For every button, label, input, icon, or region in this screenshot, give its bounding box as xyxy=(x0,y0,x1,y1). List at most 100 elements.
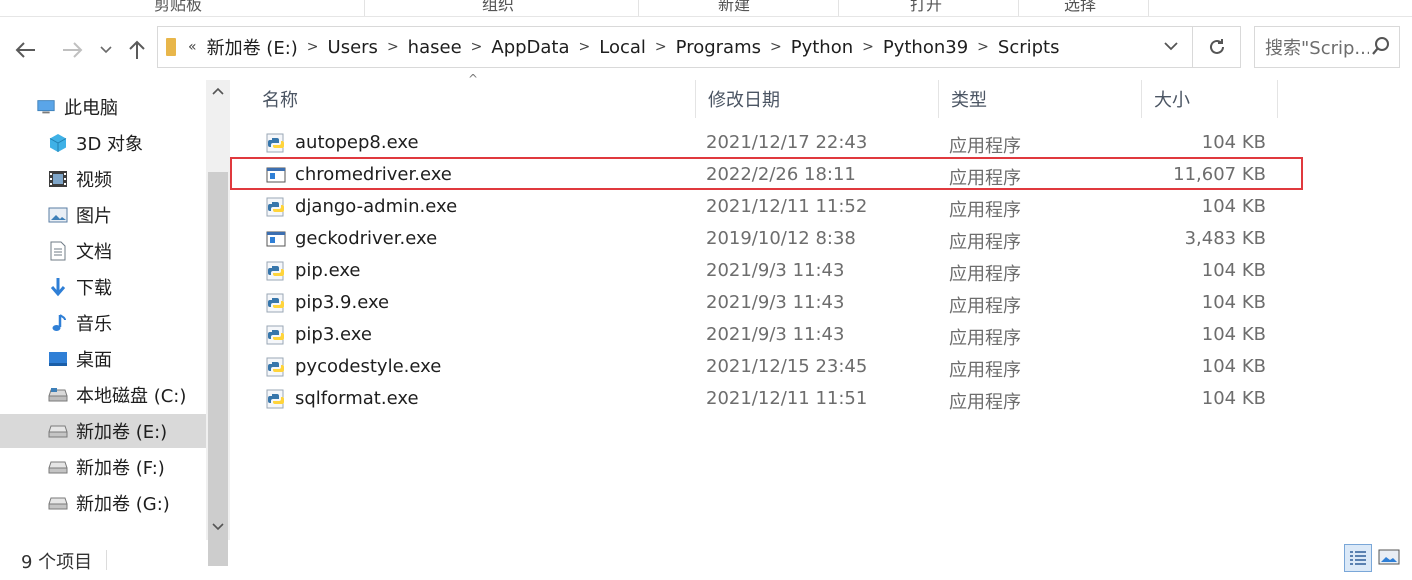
refresh-button[interactable] xyxy=(1193,26,1241,68)
refresh-icon xyxy=(1209,39,1224,54)
breadcrumb-segment[interactable]: AppData xyxy=(491,37,569,58)
search-input[interactable]: 搜索"Scrip... xyxy=(1265,34,1369,60)
forward-button[interactable] xyxy=(58,34,86,66)
scroll-up-button[interactable] xyxy=(206,80,230,102)
details-view-button[interactable] xyxy=(1344,544,1372,572)
sidebar-item-drive-e[interactable]: 新加卷 (E:) xyxy=(0,414,206,448)
column-header-name[interactable]: 名称 xyxy=(250,80,696,118)
breadcrumb-segment[interactable]: Python39 xyxy=(883,37,968,58)
chevron-right-icon[interactable]: > xyxy=(770,39,782,55)
drive-icon xyxy=(48,385,68,405)
file-name: pycodestyle.exe xyxy=(295,356,442,377)
chevron-right-icon[interactable]: > xyxy=(977,39,989,55)
sidebar-item-music[interactable]: 音乐 xyxy=(0,306,206,340)
search-icon[interactable] xyxy=(1372,36,1390,61)
file-row[interactable]: django-admin.exe 2021/12/11 11:52 应用程序 1… xyxy=(250,191,1280,223)
column-header-type[interactable]: 类型 xyxy=(939,80,1142,118)
breadcrumb-segment[interactable]: hasee xyxy=(408,37,462,58)
sidebar-item-desktop[interactable]: 桌面 xyxy=(0,342,206,376)
file-size: 104 KB xyxy=(1201,260,1266,281)
drive-icon xyxy=(48,421,68,441)
sidebar-item-pictures[interactable]: 图片 xyxy=(0,198,206,232)
file-row[interactable]: geckodriver.exe 2019/10/12 8:38 应用程序 3,4… xyxy=(250,223,1280,255)
address-bar[interactable]: « 新加卷 (E:) > Users > hasee > AppData > Local… xyxy=(157,26,1193,68)
python-exe-icon xyxy=(266,261,284,281)
file-row[interactable]: pip3.9.exe 2021/9/3 11:43 应用程序 104 KB xyxy=(250,287,1280,319)
breadcrumb-segment[interactable]: 新加卷 (E:) xyxy=(207,34,298,60)
sidebar-item-label: 新加卷 (F:) xyxy=(76,458,165,479)
ribbon-group-select: 选择 xyxy=(1018,0,1149,16)
breadcrumb-segment[interactable]: Users xyxy=(328,37,378,58)
sidebar-item-drive-f[interactable]: 新加卷 (F:) xyxy=(0,450,206,484)
python-exe-icon xyxy=(266,293,284,313)
file-date: 2021/12/15 23:45 xyxy=(706,356,868,377)
sidebar-item-drive-g[interactable]: 新加卷 (G:) xyxy=(0,486,206,520)
chevron-down-icon xyxy=(100,46,112,54)
file-type: 应用程序 xyxy=(949,392,1021,413)
file-type: 应用程序 xyxy=(949,264,1021,285)
chevron-down-icon xyxy=(1164,42,1178,51)
breadcrumb-segment[interactable]: Local xyxy=(599,37,646,58)
file-size: 104 KB xyxy=(1201,132,1266,153)
sidebar-item-label: 音乐 xyxy=(76,314,112,335)
breadcrumb-segment[interactable]: Programs xyxy=(676,37,761,58)
back-arrow-icon xyxy=(15,42,35,58)
file-size: 104 KB xyxy=(1201,388,1266,409)
file-date: 2019/10/12 8:38 xyxy=(706,228,856,249)
file-row[interactable]: autopep8.exe 2021/12/17 22:43 应用程序 104 K… xyxy=(250,127,1280,159)
column-header-date[interactable]: 修改日期 xyxy=(696,80,939,118)
chevron-right-icon[interactable]: > xyxy=(387,39,399,55)
breadcrumb-segment[interactable]: Scripts xyxy=(998,37,1060,58)
search-box[interactable]: 搜索"Scrip... xyxy=(1254,26,1400,68)
python-exe-icon xyxy=(266,389,284,409)
sidebar-item-downloads[interactable]: 下载 xyxy=(0,270,206,304)
file-type: 应用程序 xyxy=(949,200,1021,221)
chevron-right-icon[interactable]: > xyxy=(655,39,667,55)
sidebar-item-videos[interactable]: 视频 xyxy=(0,162,206,196)
chevron-right-icon[interactable]: > xyxy=(862,39,874,55)
sidebar-item-label: 本地磁盘 (C:) xyxy=(76,386,187,407)
up-button[interactable] xyxy=(124,34,150,66)
file-date: 2021/12/17 22:43 xyxy=(706,132,868,153)
file-row[interactable]: sqlformat.exe 2021/12/11 11:51 应用程序 104 … xyxy=(250,383,1280,415)
recent-locations-button[interactable] xyxy=(96,34,116,66)
status-bar: 9 个项目 xyxy=(0,540,1412,580)
large-icons-view-button[interactable] xyxy=(1376,544,1404,572)
file-type: 应用程序 xyxy=(949,136,1021,157)
python-exe-icon xyxy=(266,357,284,377)
scrollbar-thumb[interactable] xyxy=(208,172,228,566)
sidebar-scrollbar[interactable] xyxy=(206,80,230,566)
file-row[interactable]: pycodestyle.exe 2021/12/15 23:45 应用程序 10… xyxy=(250,351,1280,383)
music-icon xyxy=(48,313,68,333)
file-name: autopep8.exe xyxy=(295,132,419,153)
file-name: pip3.exe xyxy=(295,324,372,345)
file-row[interactable]: pip3.exe 2021/9/3 11:43 应用程序 104 KB xyxy=(250,319,1280,351)
scroll-down-button[interactable] xyxy=(206,516,230,538)
status-divider xyxy=(106,550,107,570)
computer-icon xyxy=(36,97,56,117)
sidebar-item-label: 下载 xyxy=(76,278,112,299)
column-header-size[interactable]: 大小 xyxy=(1142,80,1278,118)
breadcrumb-segment[interactable]: Python xyxy=(791,37,853,58)
file-name: django-admin.exe xyxy=(295,196,458,217)
navigation-pane: 此电脑 3D 对象 视频 图片 文档 下载 音乐 桌面 本地磁盘 (C:) 新加… xyxy=(0,80,206,540)
sidebar-item-this-pc[interactable]: 此电脑 xyxy=(0,90,206,124)
file-size: 104 KB xyxy=(1201,196,1266,217)
sidebar-item-documents[interactable]: 文档 xyxy=(0,234,206,268)
back-button[interactable] xyxy=(12,34,40,66)
python-exe-icon xyxy=(266,133,284,153)
address-dropdown-button[interactable] xyxy=(1164,37,1178,55)
download-icon xyxy=(48,277,68,297)
sidebar-item-label: 新加卷 (G:) xyxy=(76,494,170,515)
file-date: 2021/9/3 11:43 xyxy=(706,324,845,345)
drive-icon xyxy=(48,493,68,513)
details-view-icon xyxy=(1350,551,1366,565)
sidebar-item-drive-c[interactable]: 本地磁盘 (C:) xyxy=(0,378,206,412)
chevron-right-icon[interactable]: > xyxy=(579,39,591,55)
file-row[interactable]: pip.exe 2021/9/3 11:43 应用程序 104 KB xyxy=(250,255,1280,287)
chevron-right-icon[interactable]: > xyxy=(471,39,483,55)
address-overflow[interactable]: « xyxy=(188,39,197,55)
chevron-right-icon[interactable]: > xyxy=(307,39,319,55)
sidebar-item-3d-objects[interactable]: 3D 对象 xyxy=(0,126,206,160)
ribbon-label: 组织 xyxy=(482,0,515,14)
